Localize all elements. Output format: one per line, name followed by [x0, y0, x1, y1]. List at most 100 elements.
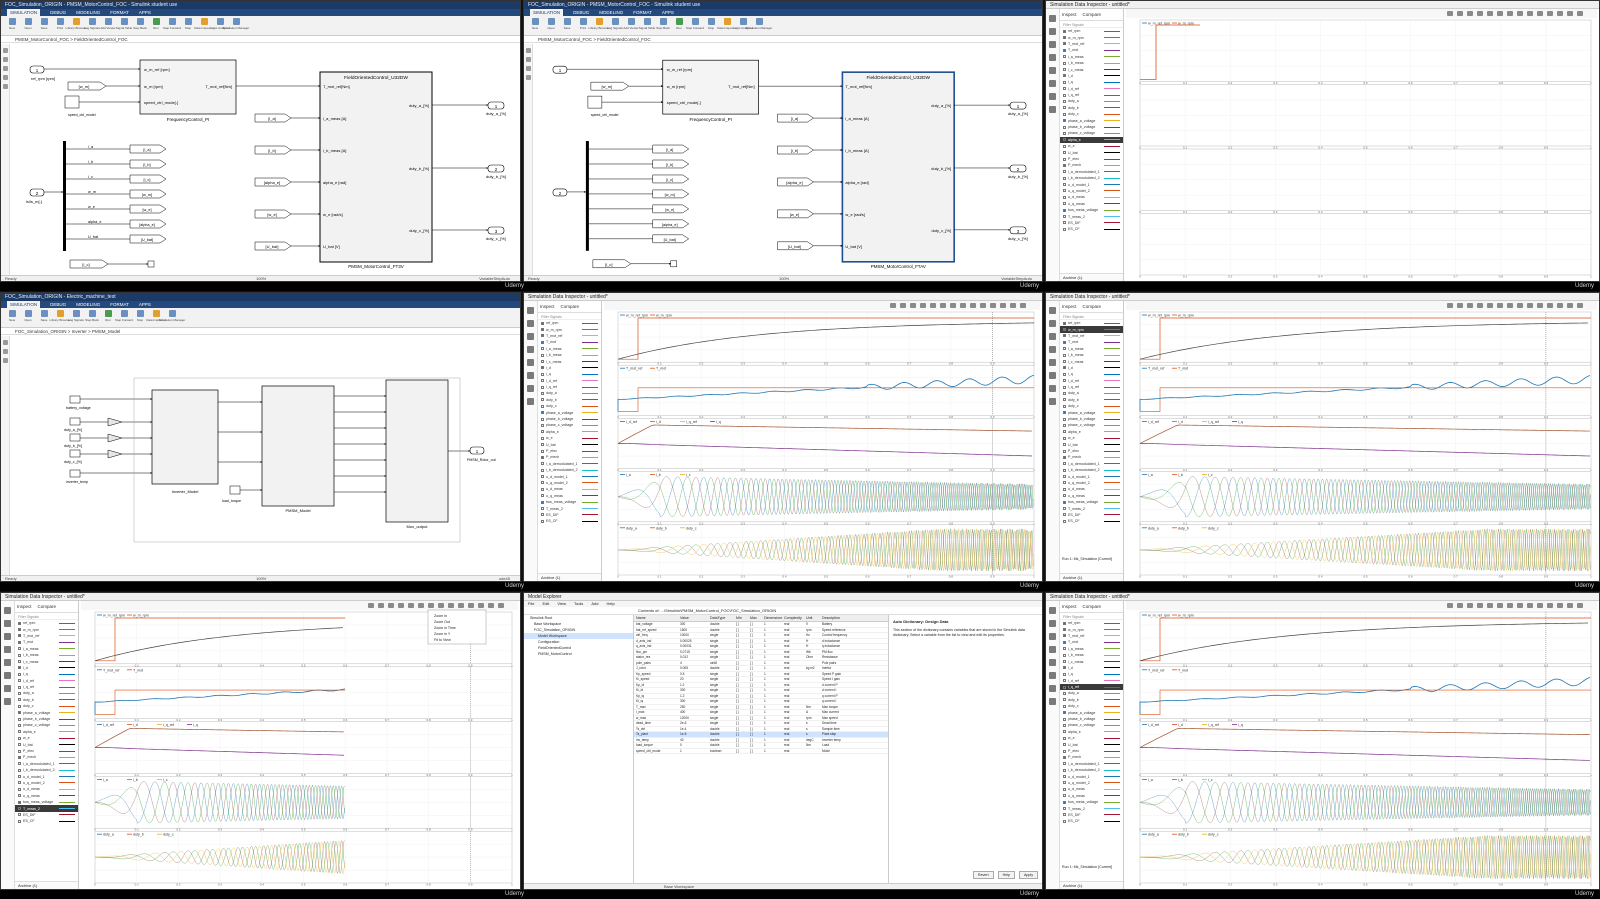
signal-checkbox[interactable] [18, 743, 21, 747]
signal-line-style[interactable] [1104, 69, 1120, 71]
signal-line-style[interactable] [582, 482, 598, 484]
signal-line-style[interactable] [1104, 94, 1120, 96]
area-icon[interactable] [3, 84, 8, 89]
signal-checkbox[interactable] [1063, 398, 1066, 402]
signal-line-style[interactable] [1104, 152, 1120, 154]
signal-checkbox[interactable] [1063, 48, 1066, 52]
signal-line-style[interactable] [1104, 514, 1120, 516]
signal-line-style[interactable] [582, 386, 598, 388]
signal-line-style[interactable] [1104, 354, 1120, 356]
demux-outputs[interactable]: i_a [i_a] i_b [i_b] i_c [i_c] w_m [w_m] … [66, 144, 167, 244]
plot-tool-icon[interactable] [1557, 303, 1563, 308]
signal-checkbox[interactable] [541, 340, 544, 344]
signal-checkbox[interactable] [1063, 340, 1066, 344]
tab-simulation[interactable]: SIMULATION [530, 9, 564, 16]
new-button[interactable]: New [5, 18, 19, 32]
signal-checkbox[interactable] [1063, 762, 1066, 766]
signal-checkbox[interactable] [541, 507, 544, 511]
signal-checkbox[interactable] [18, 717, 21, 721]
plot-tool-icon[interactable] [448, 603, 454, 608]
signal-line-style[interactable] [1104, 361, 1120, 363]
signal-checkbox[interactable] [1063, 99, 1066, 103]
signal-checkbox[interactable] [1063, 151, 1066, 155]
menu-add[interactable]: Add [591, 601, 598, 607]
signal-line-style[interactable] [1104, 126, 1120, 128]
archive-footer[interactable]: Archive (1) [1060, 573, 1123, 581]
signal-checkbox[interactable] [1063, 807, 1066, 811]
signal-line-style[interactable] [1104, 463, 1120, 465]
plot-tool-icon[interactable] [940, 303, 946, 308]
signal-line-style[interactable] [582, 469, 598, 471]
signal-checkbox[interactable] [1063, 449, 1066, 453]
plot-area[interactable]: w_m_ref_rpm w_m_rpm 0 0.1 0.2 0.3 0.4 0.5 0.6 0.7… [604, 301, 1042, 581]
signal-line-style[interactable] [582, 373, 598, 375]
signal-checkbox[interactable] [541, 500, 544, 504]
tab-apps[interactable]: APPS [139, 9, 151, 16]
simulation-manager-button[interactable]: Simulation Manager [746, 18, 772, 32]
signal-line-style[interactable] [59, 788, 75, 790]
plot-tool-icon[interactable] [1497, 603, 1503, 608]
save-icon[interactable] [4, 633, 11, 640]
plot-tool-icon[interactable] [1457, 303, 1463, 308]
save-icon[interactable] [527, 333, 534, 340]
signal-checkbox[interactable] [1063, 411, 1066, 415]
tab-compare[interactable]: Compare [1083, 12, 1102, 17]
signal-line-style[interactable] [1104, 62, 1120, 64]
signal-checkbox[interactable] [1063, 417, 1066, 421]
subplot[interactable]: w_m_ref_rpm w_m_rpm0 0.1 0.2 0.3 0.4 0.5 0.6 0.7… [617, 311, 1035, 366]
signal-checkbox[interactable] [541, 372, 544, 376]
plot-tool-icon[interactable] [1507, 603, 1513, 608]
tab-compare[interactable]: Compare [1083, 304, 1102, 309]
signal-line-style[interactable] [1104, 120, 1120, 122]
data-inspector-button[interactable]: Data Inspector [194, 18, 214, 32]
signal-checkbox[interactable] [1063, 372, 1066, 376]
signal-line-style[interactable] [1104, 782, 1120, 784]
signal-checkbox[interactable] [1063, 519, 1066, 523]
signal-checkbox[interactable] [1063, 494, 1066, 498]
filter-signals-input[interactable]: Filter Signals [1060, 313, 1123, 320]
add-viewer-button[interactable]: Add Viewer [100, 18, 116, 32]
signal-line-style[interactable] [1104, 476, 1120, 478]
model-breadcrumb[interactable]: PMSM_MotorControl_FOC > FieldOrientedCon… [524, 36, 1042, 43]
plot-tool-icon[interactable] [1487, 303, 1493, 308]
signal-line-style[interactable] [1104, 731, 1120, 733]
signal-line-style[interactable] [59, 756, 75, 758]
signal-line-style[interactable] [1104, 431, 1120, 433]
menu-file[interactable]: File [528, 601, 534, 607]
plot-area[interactable]: w_m_ref_rpm w_m_rpm 0 0.1 0.2 0.3 0.4 0.5 0.6 0.7… [1126, 301, 1599, 581]
signal-line-style[interactable] [1104, 49, 1120, 51]
open-button[interactable]: Open [21, 18, 35, 32]
signal-line-style[interactable] [1104, 776, 1120, 778]
step-back-button[interactable]: Step Back [85, 310, 99, 324]
signal-line-style[interactable] [1104, 228, 1120, 230]
signal-line-style[interactable] [582, 450, 598, 452]
signal-line-style[interactable] [582, 520, 598, 522]
import-icon[interactable] [1049, 646, 1056, 653]
plot-tool-icon[interactable] [438, 603, 444, 608]
signal-checkbox[interactable] [1063, 755, 1066, 759]
signal-checkbox[interactable] [1063, 125, 1066, 129]
plot-tool-icon[interactable] [1557, 603, 1563, 608]
annotation-icon[interactable] [3, 358, 8, 363]
plot-tool-icon[interactable] [1567, 303, 1573, 308]
signal-line-style[interactable] [1104, 501, 1120, 503]
tab-inspect[interactable]: Inspect [17, 604, 32, 609]
signal-checkbox[interactable] [1063, 743, 1066, 747]
signal-line-style[interactable] [59, 635, 75, 637]
signal-line-style[interactable] [1104, 795, 1120, 797]
signal-checkbox[interactable] [541, 475, 544, 479]
signal-checkbox[interactable] [1063, 404, 1066, 408]
plot-tool-icon[interactable] [1467, 11, 1473, 16]
signal-checkbox[interactable] [1063, 787, 1066, 791]
signal-checkbox[interactable] [18, 634, 21, 638]
tab-inspect[interactable]: Inspect [1062, 12, 1077, 17]
signal-checkbox[interactable] [1063, 176, 1066, 180]
archive-footer[interactable]: Archive (1) [15, 881, 78, 889]
plot-tool-icon[interactable] [1000, 303, 1006, 308]
stop-button[interactable]: Stop [181, 18, 195, 32]
signal-checkbox[interactable] [1063, 195, 1066, 199]
signal-checkbox[interactable] [1063, 227, 1066, 231]
signal-line-style[interactable] [1104, 88, 1120, 90]
signal-line-style[interactable] [59, 692, 75, 694]
signal-checkbox[interactable] [1063, 430, 1066, 434]
